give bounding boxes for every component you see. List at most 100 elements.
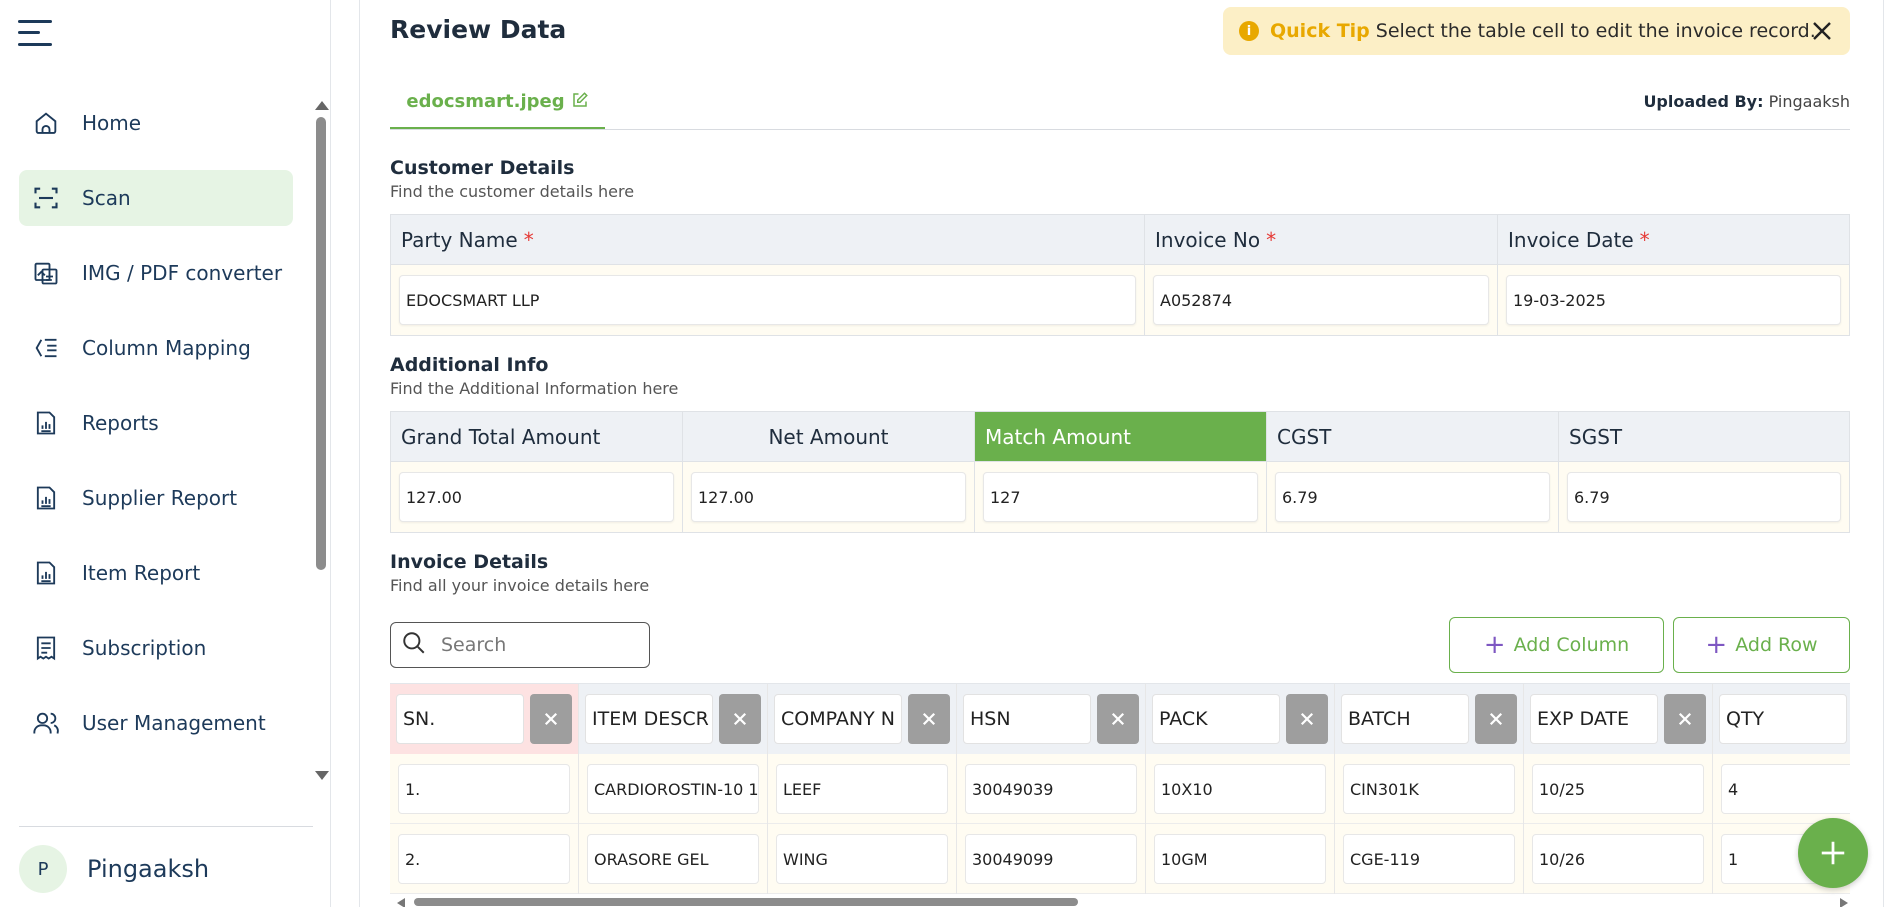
cell-input[interactable] [1721, 764, 1850, 814]
remove-column-button[interactable] [1475, 694, 1517, 744]
cell-input[interactable] [1532, 764, 1704, 814]
add-row-button[interactable]: + Add Row [1673, 617, 1850, 673]
table-cell [1146, 824, 1335, 894]
cell-input[interactable] [1343, 834, 1515, 884]
column-header: EXP DATE [1524, 684, 1713, 754]
column-name-field[interactable]: COMPANY N [774, 694, 902, 744]
grid-cell [1145, 265, 1497, 335]
file-name: edocsmart.jpeg [406, 91, 565, 112]
sidebar-item-item-report[interactable]: Item Report [19, 545, 293, 601]
invoice-table: SN. ITEM DESCR COMPANY N HSN PACK BATCH … [390, 683, 1850, 896]
divider [19, 826, 313, 827]
scroll-right-arrow[interactable] [1840, 898, 1848, 907]
cell-input[interactable] [1154, 834, 1326, 884]
scan-icon [31, 183, 61, 213]
cell-input[interactable] [1154, 764, 1326, 814]
sidebar-scrollbar[interactable] [316, 117, 326, 570]
table-cell [1713, 754, 1850, 824]
sgst-field[interactable] [1567, 472, 1841, 522]
home-icon [31, 108, 61, 138]
table-cell [768, 754, 957, 824]
column-name-field[interactable]: QTY [1719, 694, 1847, 744]
grid-cell [1267, 462, 1558, 532]
grid-cell [975, 462, 1266, 532]
table-cell [1146, 754, 1335, 824]
cell-input[interactable] [965, 834, 1137, 884]
invoice-no-field[interactable] [1153, 275, 1489, 325]
column-name-field[interactable]: HSN [963, 694, 1091, 744]
column-name-field[interactable]: ITEM DESCR [585, 694, 713, 744]
remove-column-button[interactable] [908, 694, 950, 744]
column-header: Party Name * [391, 215, 1144, 265]
scroll-down-arrow[interactable] [315, 771, 329, 780]
required-mark: * [1639, 227, 1650, 252]
search-input[interactable] [441, 634, 631, 656]
scrollbar-thumb[interactable] [414, 898, 1078, 906]
table-cell [1335, 824, 1524, 894]
tab-file[interactable]: edocsmart.jpeg [390, 76, 605, 130]
scroll-up-arrow[interactable] [315, 101, 329, 110]
column-header: ITEM DESCR [579, 684, 768, 754]
chart-icon [31, 558, 61, 588]
remove-column-button[interactable] [1097, 694, 1139, 744]
column-name-field[interactable]: EXP DATE [1530, 694, 1658, 744]
cell-input[interactable] [398, 764, 570, 814]
cell-input[interactable] [776, 834, 948, 884]
column-header: PACK [1146, 684, 1335, 754]
edit-icon[interactable] [571, 91, 589, 113]
sidebar-item-user-management[interactable]: User Management [19, 695, 293, 751]
column-name-field[interactable]: BATCH [1341, 694, 1469, 744]
sidebar-item-home[interactable]: Home [19, 95, 293, 151]
cell-input[interactable] [587, 764, 759, 814]
party-name-field[interactable] [399, 275, 1136, 325]
user-profile[interactable]: P Pingaaksh [19, 845, 209, 893]
table-horizontal-scrollbar[interactable] [390, 897, 1850, 907]
sidebar-item-img-pdf-converter[interactable]: IMG / PDF converter [19, 245, 293, 301]
remove-column-button[interactable] [719, 694, 761, 744]
column-name-field[interactable]: PACK [1152, 694, 1280, 744]
section-subtitle: Find all your invoice details here [390, 576, 650, 595]
grid-cell [391, 462, 682, 532]
cgst-field[interactable] [1275, 472, 1550, 522]
grid-column: Grand Total Amount [391, 412, 683, 532]
scroll-left-arrow[interactable] [397, 898, 405, 907]
section-subtitle: Find the customer details here [390, 182, 635, 201]
chart-icon [31, 408, 61, 438]
match-amount-field[interactable] [983, 472, 1258, 522]
grid-column: CGST [1267, 412, 1559, 532]
table-cell [957, 754, 1146, 824]
net-amount-field[interactable] [691, 472, 966, 522]
remove-column-button[interactable] [530, 694, 572, 744]
grand-total-field[interactable] [399, 472, 674, 522]
cell-input[interactable] [1343, 764, 1515, 814]
add-column-button[interactable]: + Add Column [1449, 617, 1664, 673]
close-icon [544, 712, 558, 726]
info-icon: i [1239, 21, 1259, 41]
sidebar-item-scan[interactable]: Scan [19, 170, 293, 226]
plus-icon: + [1705, 630, 1728, 660]
cell-input[interactable] [398, 834, 570, 884]
close-icon[interactable] [1810, 19, 1834, 43]
sidebar-nav: Home Scan IMG / PDF converter Column Map… [19, 95, 293, 770]
sidebar-item-column-mapping[interactable]: Column Mapping [19, 320, 293, 376]
column-name-field[interactable]: SN. [396, 694, 524, 744]
cell-input[interactable] [1532, 834, 1704, 884]
invoice-date-field[interactable] [1506, 275, 1841, 325]
remove-column-button[interactable] [1664, 694, 1706, 744]
column-header: COMPANY N [768, 684, 957, 754]
section-title: Invoice Details [390, 551, 549, 573]
column-header: SN. [390, 684, 579, 754]
menu-toggle-icon[interactable] [18, 18, 54, 48]
cell-input[interactable] [776, 764, 948, 814]
section-title: Additional Info [390, 354, 549, 376]
remove-column-button[interactable] [1286, 694, 1328, 744]
cell-input[interactable] [587, 834, 759, 884]
sidebar-item-subscription[interactable]: Subscription [19, 620, 293, 676]
section-title: Customer Details [390, 157, 575, 179]
sidebar-item-supplier-report[interactable]: Supplier Report [19, 470, 293, 526]
sidebar: Home Scan IMG / PDF converter Column Map… [0, 0, 331, 907]
uploaded-by-label: Uploaded By: [1643, 92, 1764, 111]
add-fab-button[interactable] [1798, 818, 1868, 888]
sidebar-item-reports[interactable]: Reports [19, 395, 293, 451]
cell-input[interactable] [965, 764, 1137, 814]
